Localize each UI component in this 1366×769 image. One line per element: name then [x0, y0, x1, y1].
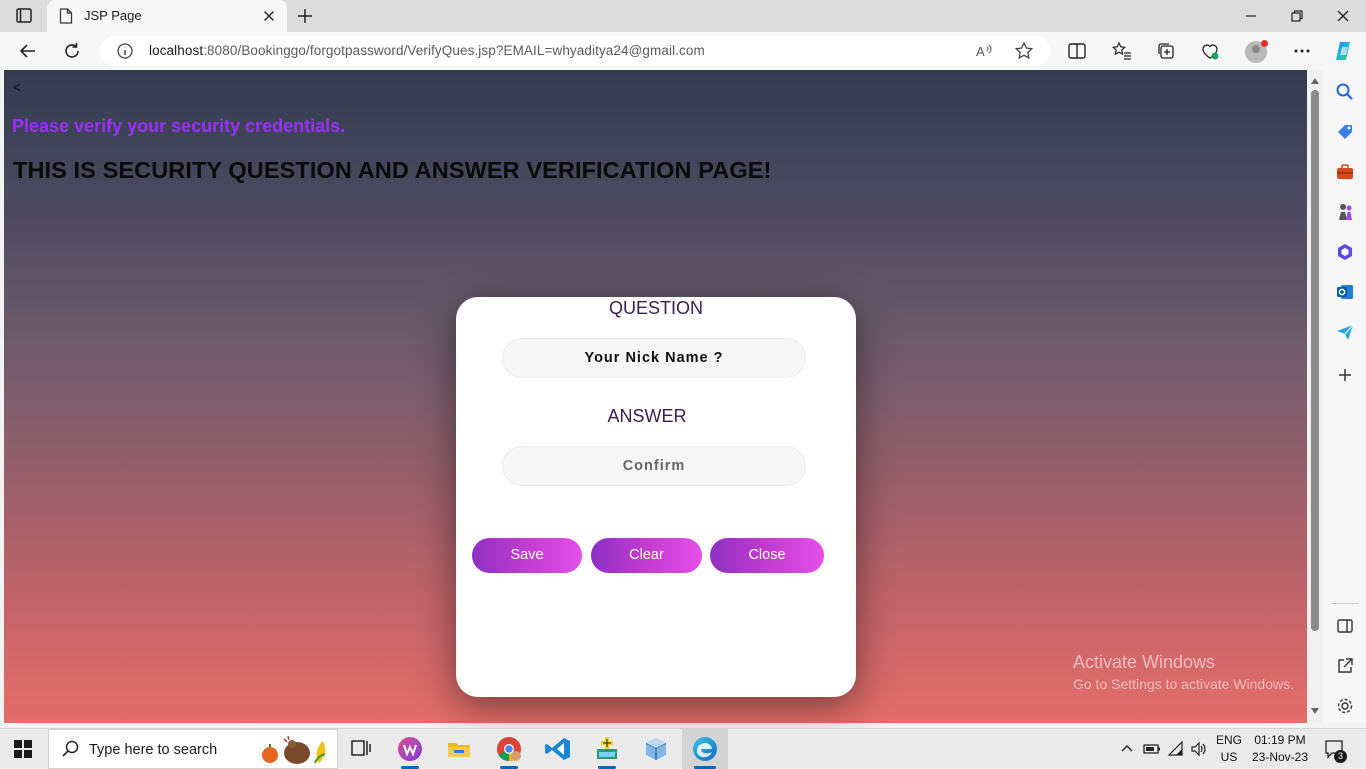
search-icon[interactable]: [1335, 82, 1355, 102]
url-text[interactable]: localhost:8080/Bookinggo/forgotpassword/…: [149, 43, 705, 58]
vertical-scrollbar[interactable]: [1307, 70, 1323, 723]
clock-date: 23-Nov-23: [1251, 750, 1309, 764]
battery-icon[interactable]: [1143, 741, 1161, 757]
taskbar-search[interactable]: Type here to search: [48, 729, 338, 769]
vscode-icon[interactable]: [544, 735, 572, 763]
windows-taskbar: Type here to search ENG US 01:19 PM 23-N…: [0, 728, 1366, 769]
page-title: THIS IS SECURITY QUESTION AND ANSWER VER…: [13, 157, 772, 183]
minimize-icon[interactable]: [1243, 8, 1259, 24]
settings-gear-icon[interactable]: [1335, 696, 1355, 716]
browser-tab[interactable]: JSP Page: [47, 0, 287, 32]
notification-count-badge: 3: [1334, 750, 1347, 763]
page-subtitle: Please verify your security credentials.: [12, 116, 346, 136]
volume-icon[interactable]: [1190, 740, 1208, 758]
scrollbar-thumb[interactable]: [1311, 90, 1319, 631]
question-label: QUESTION: [608, 298, 703, 318]
add-sidebar-app-icon[interactable]: [1335, 365, 1355, 385]
sidebar-divider: [1331, 603, 1359, 604]
close-tab-icon[interactable]: [261, 8, 277, 24]
tab-title: JSP Page: [84, 8, 142, 23]
vm-plus-app-icon[interactable]: [593, 735, 621, 763]
games-chess-icon[interactable]: [1335, 202, 1355, 222]
page-icon: [59, 8, 73, 24]
telegram-send-icon[interactable]: [1335, 322, 1355, 342]
windows-start-icon[interactable]: [14, 740, 32, 758]
more-menu-icon[interactable]: [1292, 41, 1312, 61]
edge-sidebar: [1323, 70, 1366, 723]
copilot-icon[interactable]: [1333, 40, 1355, 62]
url-host: localhost: [149, 43, 204, 58]
browser-essentials-icon[interactable]: [1200, 41, 1220, 61]
task-view-icon[interactable]: [347, 735, 375, 763]
scroll-up-icon[interactable]: [1311, 78, 1319, 84]
tools-briefcase-icon[interactable]: [1335, 162, 1355, 182]
close-window-icon[interactable]: [1335, 8, 1351, 24]
system-clock[interactable]: 01:19 PM 23-Nov-23: [1250, 732, 1310, 766]
answer-input[interactable]: Confirm: [502, 446, 806, 486]
lang-code: ENG: [1215, 733, 1242, 747]
wps-office-icon[interactable]: [396, 735, 424, 763]
back-link[interactable]: <: [13, 79, 21, 95]
question-field[interactable]: Your Nick Name ?: [502, 338, 806, 378]
favorite-star-icon[interactable]: [1014, 41, 1034, 61]
verification-card: QUESTION Your Nick Name ? ANSWER Confirm…: [456, 297, 856, 697]
restore-icon[interactable]: [1289, 8, 1305, 24]
open-external-icon[interactable]: [1335, 656, 1355, 676]
scroll-down-icon[interactable]: [1311, 708, 1319, 714]
profile-avatar[interactable]: [1245, 40, 1268, 63]
answer-label: ANSWER: [607, 406, 687, 426]
profile-alert-dot: [1261, 40, 1268, 47]
microsoft365-icon[interactable]: [1335, 242, 1355, 262]
search-magnifier-icon: [62, 740, 79, 757]
edge-browser-icon[interactable]: [691, 735, 719, 763]
url-path: :8080/Bookinggo/forgotpassword/VerifyQue…: [203, 43, 705, 58]
activate-windows-watermark: Activate Windows Go to Settings to activ…: [1073, 652, 1294, 692]
site-info-icon[interactable]: [116, 42, 134, 60]
shopping-tag-icon[interactable]: [1335, 122, 1355, 142]
wifi-icon[interactable]: [1167, 740, 1185, 758]
avatar-head: [1252, 45, 1260, 53]
watermark-line1: Activate Windows: [1073, 652, 1216, 672]
tab-strip: JSP Page: [0, 0, 1366, 32]
virtualbox-cube-icon[interactable]: [642, 735, 670, 763]
outlook-icon[interactable]: [1335, 282, 1355, 302]
svg-text:A: A: [976, 44, 985, 59]
clear-button[interactable]: Clear: [591, 538, 702, 573]
lang-region: US: [1220, 750, 1238, 764]
favorites-icon[interactable]: [1112, 41, 1132, 61]
search-placeholder: Type here to search: [89, 742, 218, 758]
tab-actions-icon[interactable]: [10, 7, 38, 25]
read-aloud-icon[interactable]: A: [976, 43, 994, 59]
new-tab-icon[interactable]: [296, 7, 314, 25]
browser-toolbar: localhost:8080/Bookinggo/forgotpassword/…: [0, 32, 1366, 70]
chrome-icon[interactable]: [495, 735, 523, 763]
show-hidden-icons-chevron-icon[interactable]: [1121, 743, 1133, 753]
refresh-icon[interactable]: [62, 41, 82, 61]
clock-time: 01:19 PM: [1254, 733, 1306, 747]
save-button[interactable]: Save: [472, 538, 582, 573]
hide-sidebar-icon[interactable]: [1335, 616, 1355, 636]
input-language-indicator[interactable]: ENG US: [1212, 732, 1246, 766]
back-arrow-icon[interactable]: [18, 41, 38, 61]
collections-icon[interactable]: [1156, 41, 1176, 61]
close-button[interactable]: Close: [710, 538, 824, 573]
search-highlight-thanksgiving-icon[interactable]: [261, 736, 333, 766]
split-screen-icon[interactable]: [1067, 41, 1087, 61]
watermark-line2: Go to Settings to activate Windows.: [1073, 676, 1294, 692]
file-explorer-icon[interactable]: [445, 735, 473, 763]
address-bar[interactable]: localhost:8080/Bookinggo/forgotpassword/…: [100, 36, 1050, 66]
page-viewport: < Please verify your security credential…: [4, 70, 1307, 723]
